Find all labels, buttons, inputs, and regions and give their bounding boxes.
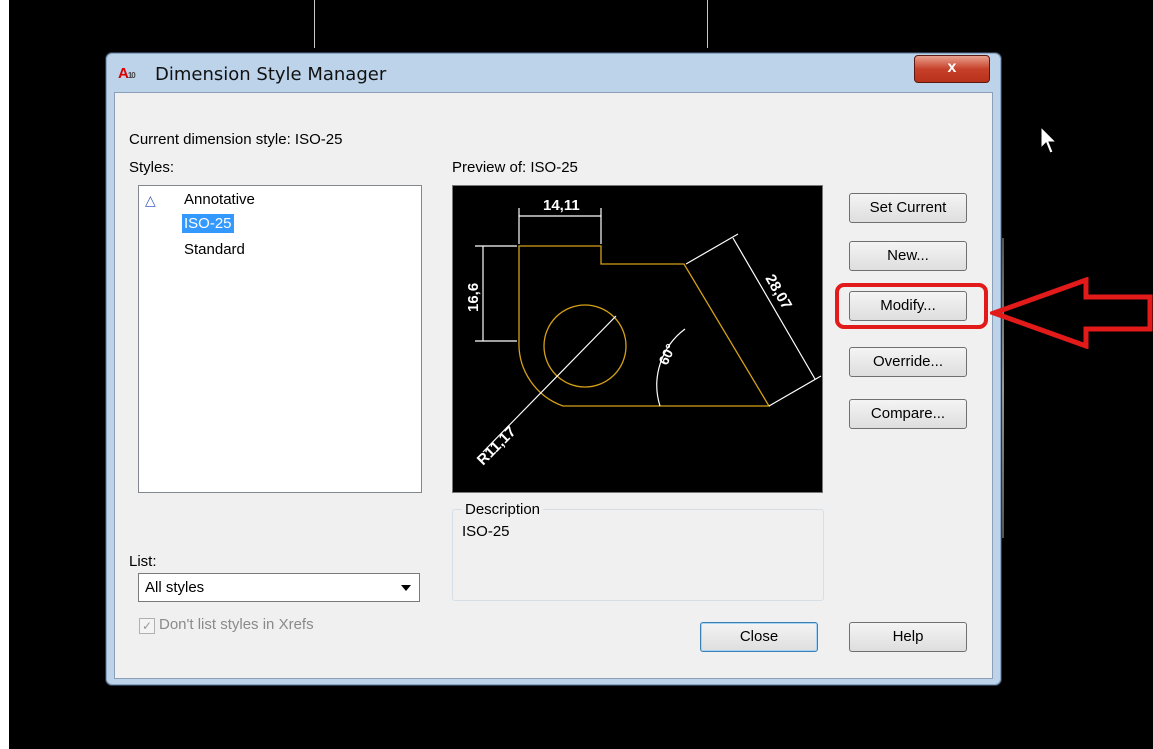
xref-checkbox-label: Don't list styles in Xrefs	[159, 616, 314, 633]
close-button[interactable]: Close	[700, 622, 818, 652]
title-bar[interactable]: A10 Dimension Style Manager x	[106, 53, 1001, 95]
mouse-cursor-icon	[1040, 126, 1058, 154]
canvas-line	[707, 0, 708, 48]
help-button[interactable]: Help	[849, 622, 967, 652]
style-item-annotative[interactable]: Annotative	[182, 190, 257, 209]
autocad-app-icon: A10	[118, 65, 136, 82]
style-item-iso25[interactable]: ISO-25	[182, 214, 234, 233]
part-outline	[518, 245, 771, 407]
dim-radius: R11,17	[474, 423, 520, 469]
dimension-style-manager-dialog: A10 Dimension Style Manager x Current di…	[105, 52, 1002, 686]
current-style-label: Current dimension style: ISO-25	[129, 131, 343, 148]
close-window-button[interactable]: x	[914, 55, 990, 83]
description-label: Description	[462, 501, 544, 518]
compare-button[interactable]: Compare...	[849, 399, 967, 429]
preview-drawing: 14,11 16,6 28,07 60° R11,17	[465, 197, 822, 469]
list-label: List:	[129, 553, 157, 570]
styles-label: Styles:	[129, 159, 175, 176]
dialog-title: Dimension Style Manager	[155, 64, 387, 85]
style-preview: 14,11 16,6 28,07 60° R11,17	[452, 185, 823, 493]
dialog-client: Current dimension style: ISO-25 Styles: …	[114, 92, 993, 679]
dim-angle: 60°	[655, 341, 678, 367]
styles-listbox[interactable]: △ Annotative ISO-25 Standard	[138, 185, 422, 493]
hole-circle	[543, 304, 627, 388]
set-current-button[interactable]: Set Current	[849, 193, 967, 223]
annotative-icon: △	[145, 192, 156, 208]
xref-checkbox[interactable]: ✓	[139, 618, 155, 634]
dim-diagonal: 28,07	[762, 272, 795, 313]
chevron-down-icon	[401, 585, 411, 591]
preview-label: Preview of: ISO-25	[452, 159, 578, 176]
override-button[interactable]: Override...	[849, 347, 967, 377]
canvas-line	[314, 0, 315, 48]
dim-top: 14,11	[543, 197, 580, 214]
new-button[interactable]: New...	[849, 241, 967, 271]
description-value: ISO-25	[462, 523, 510, 540]
dim-left: 16,6	[465, 283, 482, 312]
modify-highlight	[835, 283, 988, 329]
red-arrow-icon	[990, 277, 1153, 349]
style-item-standard[interactable]: Standard	[182, 240, 247, 259]
list-filter-select[interactable]: All styles	[138, 573, 420, 602]
